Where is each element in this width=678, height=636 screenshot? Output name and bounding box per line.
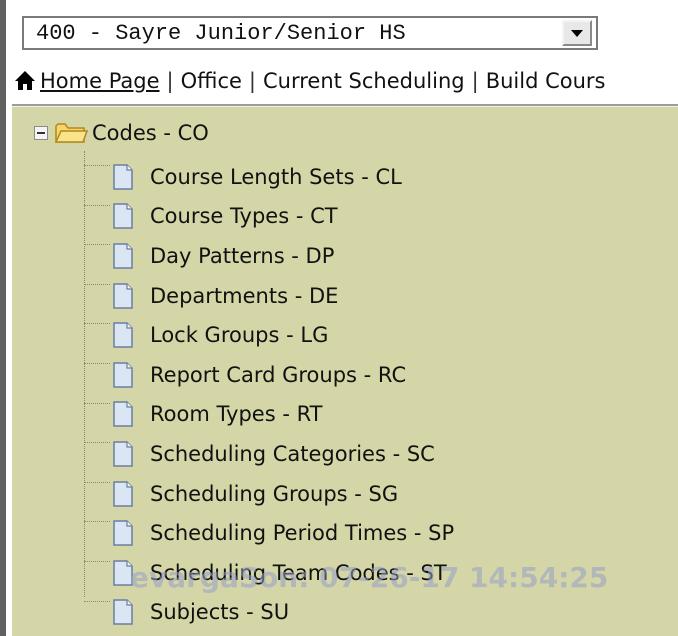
nav-link-office[interactable]: Office [181, 69, 242, 93]
tree-item-label: Day Patterns - DP [150, 243, 335, 268]
nav-links: Home Page | Office | Current Scheduling … [14, 69, 605, 93]
tree-item-day-patterns[interactable]: Day Patterns - DP [84, 236, 454, 276]
tree-root-codes[interactable]: Codes - CO [34, 117, 209, 149]
tree-branch-line [84, 283, 110, 285]
tree-branch-line [84, 560, 110, 562]
tree-branch-line [84, 204, 110, 206]
nav-separator: | [166, 69, 174, 93]
home-icon[interactable] [14, 70, 36, 92]
tree-item-scheduling-team-codes[interactable]: Scheduling Team Codes - ST [84, 553, 454, 593]
app-window: 400 - Sayre Junior/Senior HS Home Page |… [0, 0, 678, 636]
tree-branch-line [84, 323, 110, 325]
folder-icon [54, 123, 88, 143]
tree-item-report-card-groups[interactable]: Report Card Groups - RC [84, 355, 454, 395]
document-icon [113, 520, 133, 546]
tree-branch-line [84, 362, 110, 364]
tree-item-scheduling-categories[interactable]: Scheduling Categories - SC [84, 434, 454, 474]
tree-item-label: Lock Groups - LG [150, 323, 329, 348]
tree-item-label: Report Card Groups - RC [150, 362, 407, 387]
tree-item-scheduling-period-times[interactable]: Scheduling Period Times - SP [84, 513, 454, 553]
nav-link-home-page[interactable]: Home Page [40, 69, 160, 93]
tree-item-scheduling-groups[interactable]: Scheduling Groups - SG [84, 474, 454, 514]
document-icon [113, 322, 133, 348]
nav-separator: | [471, 69, 479, 93]
tree-children: Course Length Sets - CL Course Types - C… [84, 157, 454, 632]
document-icon [113, 559, 133, 586]
tree-branch-line [84, 521, 110, 523]
school-selector-bar: 400 - Sayre Junior/Senior HS [12, 0, 678, 63]
tree-branch-line [84, 442, 110, 444]
tree-item-lock-groups[interactable]: Lock Groups - LG [84, 315, 454, 355]
document-icon [113, 480, 133, 507]
collapse-icon[interactable] [34, 126, 48, 140]
document-icon [113, 441, 133, 467]
school-select[interactable]: 400 - Sayre Junior/Senior HS [22, 16, 598, 50]
tree-item-label: Course Length Sets - CL [150, 164, 402, 189]
tree-item-label: Room Types - RT [150, 402, 323, 427]
tree-item-label: Scheduling Team Codes - ST [150, 560, 447, 585]
tree-branch-line [84, 402, 110, 404]
dropdown-arrow-glyph [571, 30, 583, 37]
document-icon [113, 243, 133, 269]
tree-item-label: Scheduling Categories - SC [150, 441, 435, 466]
tree-item-room-types[interactable]: Room Types - RT [84, 395, 454, 435]
tree-branch-line [84, 481, 110, 483]
nav-link-current-scheduling[interactable]: Current Scheduling [263, 69, 465, 93]
tree-item-departments[interactable]: Departments - DE [84, 276, 454, 316]
tree-branch-line [84, 600, 110, 602]
document-icon [113, 203, 133, 230]
tree-item-label: Scheduling Groups - SG [150, 481, 399, 506]
tree-item-course-length-sets[interactable]: Course Length Sets - CL [84, 157, 454, 197]
document-icon [113, 282, 133, 309]
tree-branch-line [84, 165, 110, 166]
tree-branch-line [84, 244, 110, 246]
nav-link-build-courses[interactable]: Build Cours [486, 69, 606, 93]
document-icon [113, 401, 133, 428]
tree-item-label: Scheduling Period Times - SP [150, 521, 455, 546]
document-icon [113, 599, 133, 626]
school-select-value: 400 - Sayre Junior/Senior HS [36, 21, 406, 46]
document-icon [113, 164, 133, 190]
nav-bar: Home Page | Office | Current Scheduling … [12, 62, 678, 106]
nav-separator: | [248, 69, 256, 93]
tree-item-label: Subjects - SU [150, 600, 290, 625]
tree-item-subjects[interactable]: Subjects - SU [84, 593, 454, 633]
document-icon [113, 362, 133, 388]
tree-panel: Codes - CO Course Length Sets - CL Cours… [12, 106, 678, 636]
tree-root-label: Codes - CO [92, 121, 209, 145]
chevron-down-icon[interactable] [562, 20, 592, 46]
tree-item-course-types[interactable]: Course Types - CT [84, 197, 454, 237]
tree-item-label: Course Types - CT [150, 204, 338, 229]
tree-item-label: Departments - DE [150, 283, 339, 308]
